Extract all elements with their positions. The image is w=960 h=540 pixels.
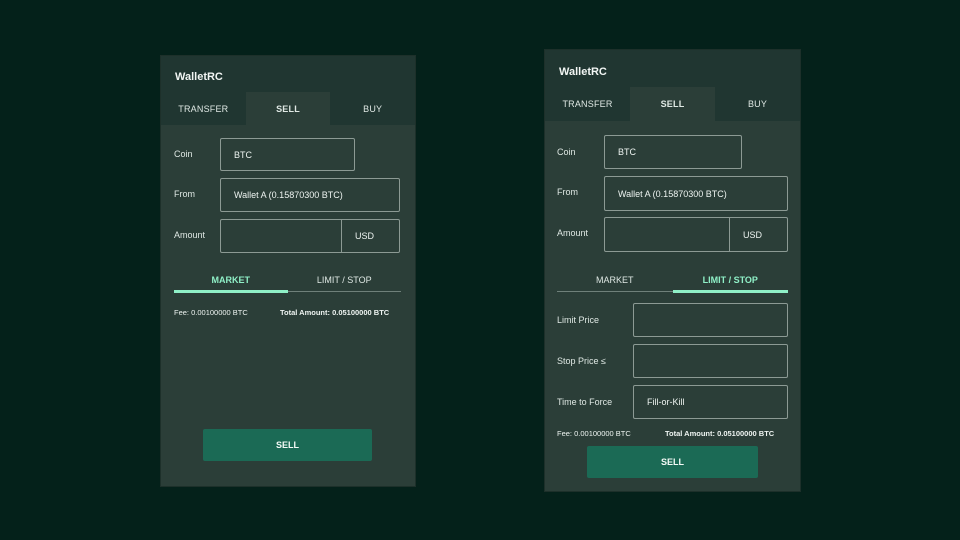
from-label: From <box>557 187 578 197</box>
tab-market[interactable]: MARKET <box>174 275 288 293</box>
coin-label: Coin <box>174 149 193 159</box>
coin-select[interactable]: BTC <box>604 135 742 169</box>
tab-sell[interactable]: SELL <box>630 87 715 121</box>
from-wallet-select[interactable]: Wallet A (0.15870300 BTC) <box>604 176 788 211</box>
total-amount-text: Total Amount: 0.05100000 BTC <box>280 308 390 317</box>
sell-panel-limit-stop: WalletRC TRANSFER SELL BUY Coin BTC From… <box>545 50 800 491</box>
tab-transfer[interactable]: TRANSFER <box>545 87 630 121</box>
order-type-tabs: MARKET LIMIT / STOP <box>174 275 402 293</box>
amount-field: USD <box>604 217 788 252</box>
currency-unit[interactable]: USD <box>729 218 787 251</box>
limit-price-label: Limit Price <box>557 315 600 325</box>
fee-text: Fee: 0.00100000 BTC <box>174 308 248 317</box>
amount-input[interactable] <box>605 218 729 251</box>
amount-input[interactable] <box>221 220 341 252</box>
fee-text: Fee: 0.00100000 BTC <box>557 429 631 438</box>
tab-sell[interactable]: SELL <box>245 92 331 125</box>
order-type-tabs: MARKET LIMIT / STOP <box>557 275 789 293</box>
tab-buy[interactable]: BUY <box>715 87 800 121</box>
currency-unit[interactable]: USD <box>341 220 399 252</box>
amount-label: Amount <box>174 230 206 240</box>
total-amount-text: Total Amount: 0.05100000 BTC <box>665 429 775 438</box>
coin-label: Coin <box>557 147 576 157</box>
tab-transfer[interactable]: TRANSFER <box>161 92 246 125</box>
sell-panel-market: WalletRC TRANSFER SELL BUY Coin BTC From… <box>161 56 415 486</box>
tab-buy[interactable]: BUY <box>330 92 415 125</box>
tab-market[interactable]: MARKET <box>557 275 673 291</box>
sell-button[interactable]: SELL <box>203 429 372 461</box>
stop-price-label: Stop Price ≤ <box>557 356 606 366</box>
panel-header: WalletRC TRANSFER SELL BUY <box>161 56 415 125</box>
time-to-force-label: Time to Force <box>557 397 613 407</box>
app-title: WalletRC <box>559 66 607 78</box>
amount-field: USD <box>220 219 400 253</box>
limit-price-input[interactable] <box>633 303 788 337</box>
stop-price-input[interactable] <box>633 344 788 378</box>
tab-limit-stop[interactable]: LIMIT / STOP <box>672 275 789 293</box>
app-title: WalletRC <box>175 71 223 83</box>
from-wallet-select[interactable]: Wallet A (0.15870300 BTC) <box>220 178 400 212</box>
coin-select[interactable]: BTC <box>220 138 355 171</box>
from-label: From <box>174 189 195 199</box>
amount-label: Amount <box>557 228 589 238</box>
main-tabs: TRANSFER SELL BUY <box>161 92 415 125</box>
tab-limit-stop[interactable]: LIMIT / STOP <box>288 275 402 291</box>
main-tabs: TRANSFER SELL BUY <box>545 87 800 121</box>
panel-header: WalletRC TRANSFER SELL BUY <box>545 50 800 121</box>
time-to-force-select[interactable]: Fill-or-Kill <box>633 385 788 419</box>
sell-button[interactable]: SELL <box>587 446 758 478</box>
